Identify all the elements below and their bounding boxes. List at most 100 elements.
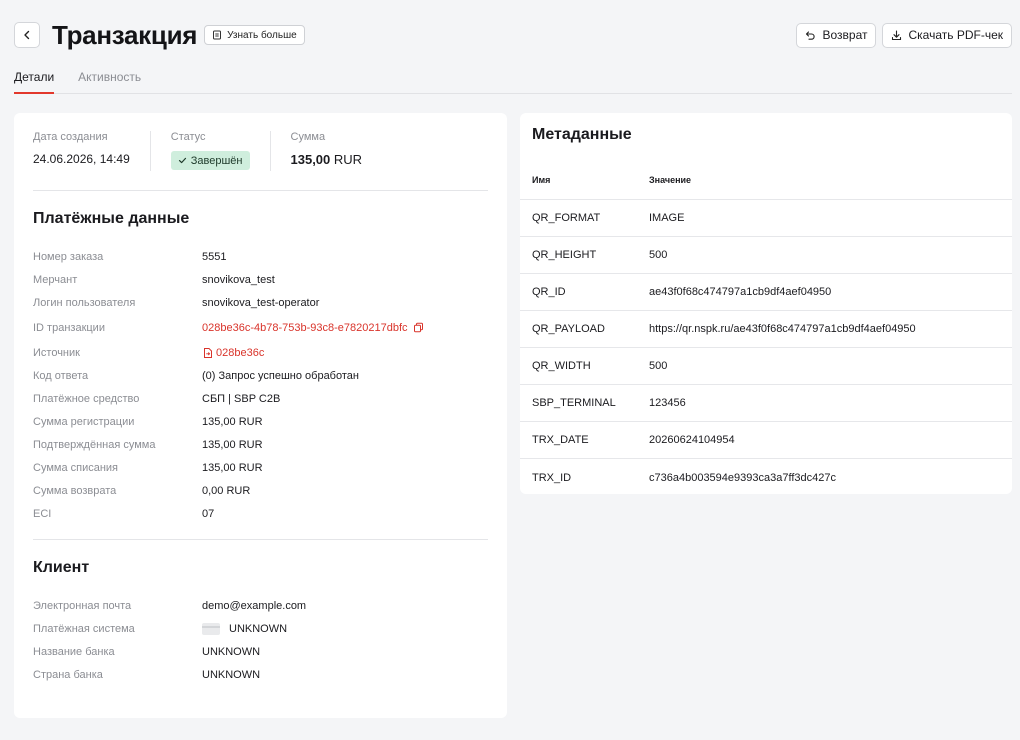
detail-row: Сумма списания 135,00 RUR xyxy=(33,456,488,479)
amount-currency: RUR xyxy=(333,152,363,167)
detail-row: ECI 07 xyxy=(33,502,488,525)
row-label: Сумма возврата xyxy=(33,484,117,497)
status-block: Статус Завершён xyxy=(170,131,271,171)
row-value: 135,00 RUR xyxy=(202,438,263,451)
detail-row: Источник 028be36c xyxy=(33,341,488,364)
row-label: Страна банка xyxy=(33,668,103,681)
row-label: ECI xyxy=(33,507,52,520)
table-row: QR_ID ae43f0f68c474797a1cb9df4aef04950 xyxy=(520,274,1012,311)
table-row: QR_WIDTH 500 xyxy=(520,348,1012,385)
table-row: TRX_ID c736a4b003594e9393ca3a7ff3dc427c xyxy=(520,459,1012,496)
detail-row: Логин пользователя snovikova_test-operato… xyxy=(33,291,488,314)
row-label: Номер заказа xyxy=(33,250,104,263)
detail-row: Название банка UNKNOWN xyxy=(33,640,488,663)
download-pdf-label: Скачать PDF-чек xyxy=(908,28,1003,42)
copy-icon[interactable] xyxy=(413,322,424,333)
row-label: Мерчант xyxy=(33,273,78,286)
transaction-id-value: 028be36c-4b78-753b-93c8-e7820217dbfc xyxy=(202,322,424,334)
created-date-label: Дата создания xyxy=(33,131,108,143)
row-label: Источник xyxy=(33,346,80,359)
row-value: UNKNOWN xyxy=(202,645,261,658)
meta-value: c736a4b003594e9393ca3a7ff3dc427c xyxy=(649,471,836,484)
check-icon xyxy=(178,157,186,164)
row-label: Логин пользователя xyxy=(33,296,136,309)
amount-value: 135,00 RUR xyxy=(291,152,363,167)
client-rows: Электронная почта demo@example.com Платёж… xyxy=(33,594,488,686)
detail-row: Сумма регистрации 135,00 RUR xyxy=(33,410,488,433)
row-label: Электронная почта xyxy=(33,599,132,612)
meta-value: 500 xyxy=(649,249,668,261)
tab-bar: Детали Активность xyxy=(14,64,1012,94)
meta-value: 123456 xyxy=(649,397,686,409)
detail-row: Платёжное средство СБП | SBP C2B xyxy=(33,387,488,410)
status-label: Статус xyxy=(170,131,206,143)
row-label: Платёжное средство xyxy=(33,392,140,405)
column-header-name: Имя xyxy=(532,175,551,185)
header-actions: Возврат Скачать PDF-чек xyxy=(796,22,1012,48)
meta-value: IMAGE xyxy=(649,212,685,224)
row-label: Подтверждённая сумма xyxy=(33,438,156,451)
row-value: (0) Запрос успешно обработан xyxy=(202,369,359,382)
row-value: 07 xyxy=(202,507,215,520)
row-value: 135,00 RUR xyxy=(202,415,263,428)
payment-system-value: UNKNOWN xyxy=(202,622,287,635)
meta-name: TRX_DATE xyxy=(532,434,589,446)
row-label: ID транзакции xyxy=(33,321,105,334)
source-value: 028be36c xyxy=(202,347,264,359)
chevron-left-icon xyxy=(24,30,30,40)
refund-button[interactable]: Возврат xyxy=(796,22,877,48)
detail-row: Мерчант snovikova_test xyxy=(33,268,488,291)
row-label: Сумма регистрации xyxy=(33,415,135,428)
meta-value: 20260624104954 xyxy=(649,434,735,446)
transaction-id-link[interactable]: 028be36c-4b78-753b-93c8-e7820217dbfc xyxy=(202,322,408,334)
column-header-value: Значение xyxy=(649,175,692,185)
info-doc-icon xyxy=(213,30,222,40)
detail-row: Сумма возврата 0,00 RUR xyxy=(33,479,488,502)
page-header: Транзакция Узнать больше Возврат Скачать… xyxy=(14,18,1012,52)
divider xyxy=(33,539,488,540)
table-row: SBP_TERMINAL 123456 xyxy=(520,385,1012,422)
table-row: TRX_DATE 20260624104954 xyxy=(520,422,1012,459)
detail-row: Страна банка UNKNOWN xyxy=(33,663,488,686)
row-label: Сумма списания xyxy=(33,461,119,474)
learn-more-button[interactable]: Узнать больше xyxy=(204,25,305,45)
detail-row: Номер заказа 5551 xyxy=(33,245,488,268)
document-link-icon xyxy=(204,347,212,358)
created-date-value: 24.06.2026, 14:49 xyxy=(33,152,130,166)
source-link[interactable]: 028be36c xyxy=(216,347,264,359)
transaction-summary: Дата создания 24.06.2026, 14:49 Статус З… xyxy=(33,131,488,189)
payment-rows: Номер заказа 5551 Мерчант snovikova_test Л… xyxy=(33,245,488,525)
table-row: QR_PAYLOAD https://qr.nspk.ru/ae43f0f68c4… xyxy=(520,311,1012,348)
row-value: demo@example.com xyxy=(202,599,307,612)
meta-name: QR_WIDTH xyxy=(532,360,591,372)
tab-details[interactable]: Детали xyxy=(14,64,55,94)
table-row: QR_HEIGHT 500 xyxy=(520,237,1012,274)
row-label: Код ответа xyxy=(33,369,89,382)
row-value: 135,00 RUR xyxy=(202,461,263,474)
undo-icon xyxy=(806,30,816,40)
page-title: Транзакция xyxy=(52,19,198,50)
download-pdf-button[interactable]: Скачать PDF-чек xyxy=(882,22,1012,48)
row-value: snovikova_test xyxy=(202,273,275,286)
tab-activity[interactable]: Активность xyxy=(78,64,141,94)
metadata-card: Метаданные Имя Значение QR_FORMAT IMAGE Q… xyxy=(520,113,1012,494)
metadata-title: Метаданные xyxy=(532,126,632,143)
row-value: 0,00 RUR xyxy=(202,484,251,497)
payment-section-title: Платёжные данные xyxy=(33,210,190,227)
detail-row: Код ответа (0) Запрос успешно обработан xyxy=(33,364,488,387)
back-button[interactable] xyxy=(14,22,40,48)
detail-row: ID транзакции 028be36c-4b78-753b-93c8-e7… xyxy=(33,314,488,341)
metadata-table: Имя Значение QR_FORMAT IMAGE QR_HEIGHT 500… xyxy=(520,161,1012,496)
meta-name: TRX_ID xyxy=(532,471,572,484)
created-date-block: Дата создания 24.06.2026, 14:49 xyxy=(33,131,151,171)
amount-block: Сумма 135,00 RUR xyxy=(291,131,383,171)
detail-row: Платёжная система UNKNOWN xyxy=(33,617,488,640)
row-label: Название банка xyxy=(33,645,115,658)
row-value: UNKNOWN xyxy=(202,668,261,681)
details-card: Дата создания 24.06.2026, 14:49 Статус З… xyxy=(14,113,507,718)
meta-value: https://qr.nspk.ru/ae43f0f68c474797a1cb9… xyxy=(649,323,916,335)
table-row: QR_FORMAT IMAGE xyxy=(520,200,1012,237)
meta-value: ae43f0f68c474797a1cb9df4aef04950 xyxy=(649,286,832,298)
amount-label: Сумма xyxy=(290,131,326,143)
status-badge: Завершён xyxy=(170,151,250,170)
